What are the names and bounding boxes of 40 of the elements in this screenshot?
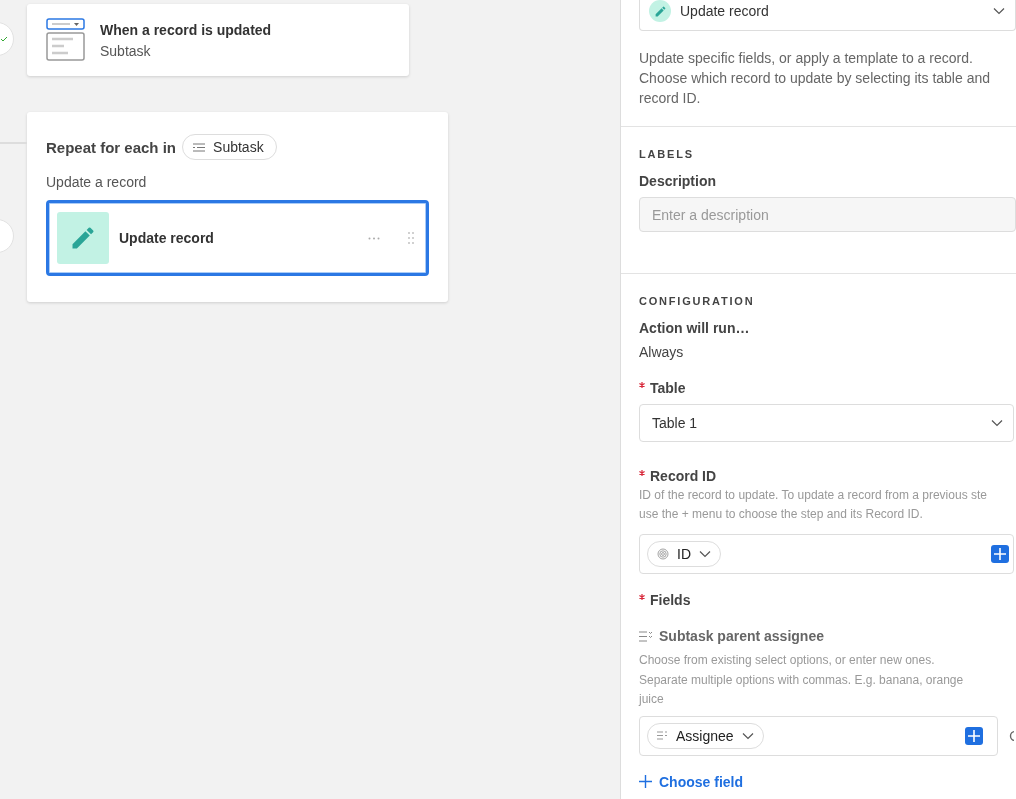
field-name: Subtask parent assignee bbox=[659, 628, 824, 644]
chevron-down-icon bbox=[699, 550, 711, 558]
form-icon bbox=[46, 18, 86, 62]
check-icon bbox=[1, 36, 7, 42]
chevron-down-icon bbox=[993, 7, 1005, 15]
field-help: Choose from existing select options, or enter new ones. Separate multiple options with commas. E.g. banana, orange juice bbox=[639, 652, 965, 708]
trigger-title: When a record is updated bbox=[100, 21, 272, 38]
select-field-icon bbox=[657, 731, 668, 740]
loop-title: Repeat for each in bbox=[46, 138, 177, 156]
description-input[interactable]: Enter a description bbox=[639, 197, 1016, 232]
record-id-help: ID of the record to update. To update a record from a previous ste use the + menu to choose the step and its Record ID. bbox=[639, 487, 988, 523]
chevron-down-icon bbox=[741, 731, 754, 740]
labels-heading: LABELS bbox=[639, 148, 695, 160]
action-step[interactable]: Update record bbox=[46, 200, 429, 276]
action-type-dropdown[interactable]: Update record bbox=[639, 0, 1016, 31]
run-condition-value: Always bbox=[639, 344, 685, 360]
configuration-heading: CONFIGURATION bbox=[639, 295, 756, 307]
choose-field-link[interactable]: Choose field bbox=[639, 773, 743, 790]
description-label: Description bbox=[639, 173, 716, 189]
pencil-icon bbox=[653, 4, 667, 18]
select-field-icon bbox=[639, 630, 653, 642]
action-description: Update specific fields, or apply a template to a record. Choose which record to update by selecting its table and record ID. bbox=[639, 49, 991, 108]
trigger-table: Subtask bbox=[100, 42, 272, 59]
step-label: Update a record bbox=[46, 174, 148, 190]
fields-label: Fields bbox=[650, 592, 691, 608]
table-dropdown[interactable]: Table 1 bbox=[639, 404, 1014, 442]
chevron-down-icon bbox=[991, 419, 1003, 427]
trigger-card[interactable]: When a record is updated Subtask bbox=[27, 4, 409, 76]
plus-icon bbox=[639, 775, 652, 788]
more-icon[interactable] bbox=[368, 236, 380, 240]
add-icon[interactable] bbox=[965, 726, 983, 745]
field-value-input[interactable]: Assignee bbox=[639, 715, 998, 756]
record-id-label: Record ID bbox=[650, 468, 717, 484]
run-condition-label: Action will run… bbox=[639, 320, 750, 336]
list-icon bbox=[193, 142, 206, 152]
record-id-field[interactable]: ID bbox=[639, 534, 1014, 574]
drag-handle-icon[interactable] bbox=[408, 232, 414, 244]
table-label: Table bbox=[650, 380, 686, 396]
fingerprint-icon bbox=[657, 548, 669, 560]
add-icon[interactable] bbox=[991, 545, 1009, 563]
